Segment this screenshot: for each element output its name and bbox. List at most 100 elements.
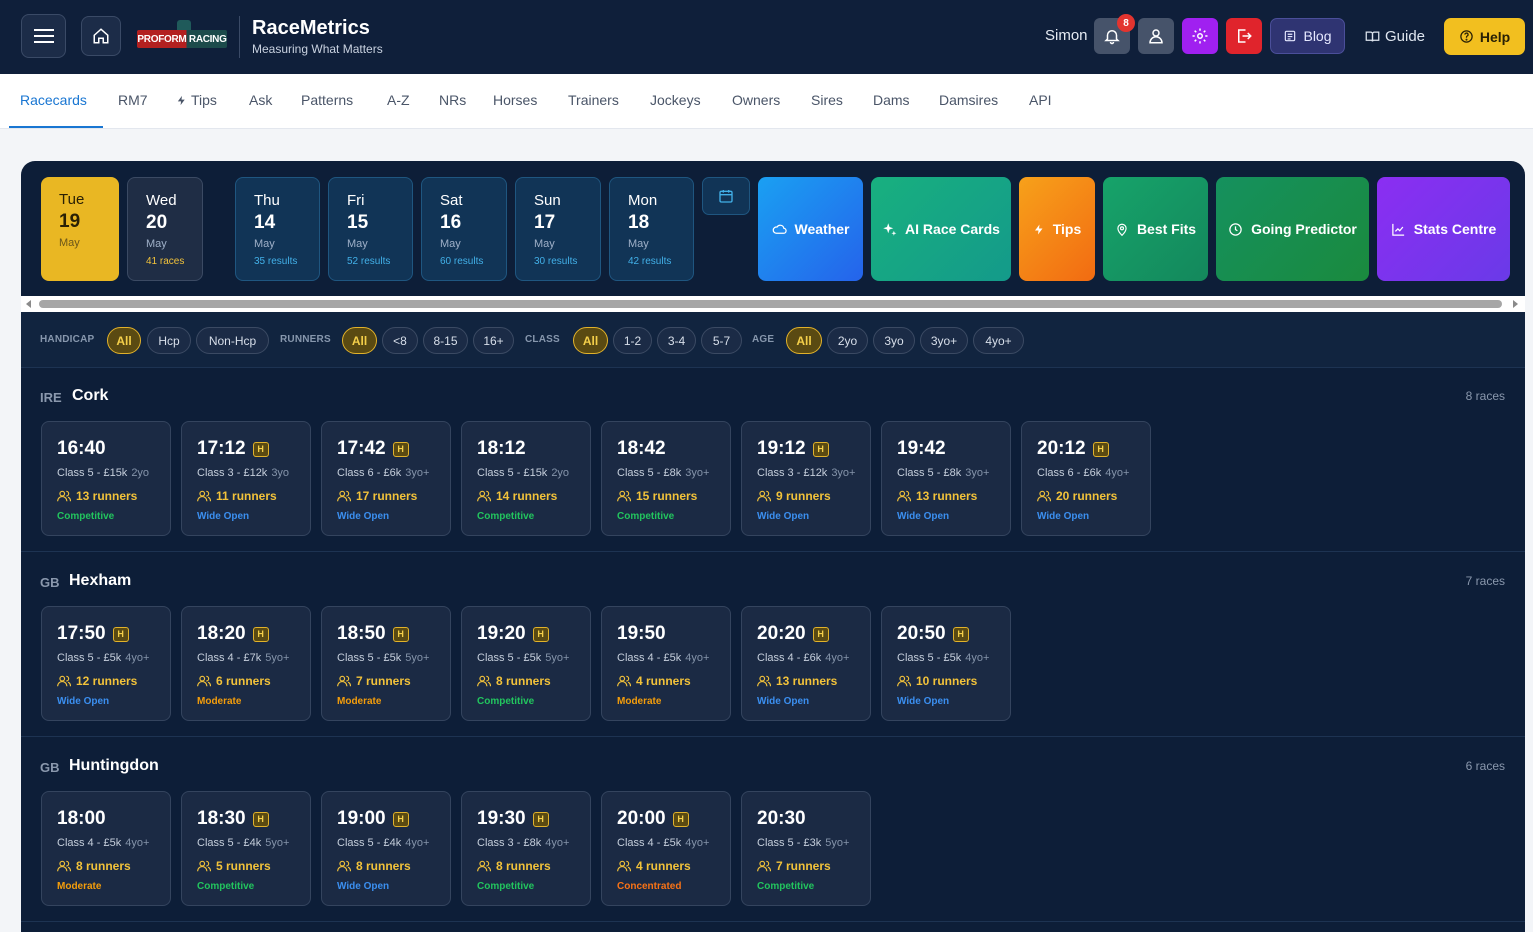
class-filter-5-7[interactable]: 5-7 — [701, 327, 742, 354]
tab-trainers[interactable]: Trainers — [568, 92, 619, 108]
race-class: Class 5 - £5k — [477, 652, 542, 664]
race-class-row: Class 4 - £7k 5yo+ — [197, 652, 289, 664]
class-filter-all[interactable]: All — [573, 327, 608, 354]
logout-button[interactable] — [1226, 18, 1262, 54]
race-card[interactable]: 19:50 Class 4 - £5k 4yo+ 4 runners Moderate — [601, 606, 731, 721]
tab-patterns[interactable]: Patterns — [301, 92, 353, 108]
meeting-cork: IRE Cork 8 races 16:40 Class 5 - £15k 2yo 13 r… — [21, 368, 1525, 552]
race-card[interactable]: 18:20 H Class 4 - £7k 5yo+ 6 runners Moderate — [181, 606, 311, 721]
age-filter-all[interactable]: All — [786, 327, 822, 354]
date-strip-scrollbar[interactable] — [21, 296, 1525, 312]
handicap-filter-all[interactable]: All — [107, 327, 141, 354]
ai-race-cards-tile[interactable]: AI Race Cards — [871, 177, 1011, 281]
proform-racing-logo[interactable]: PROFORM RACING — [137, 20, 227, 52]
help-button[interactable]: Help — [1444, 18, 1525, 55]
tab-tips[interactable]: Tips — [176, 92, 217, 108]
class-filter-3-4[interactable]: 3-4 — [657, 327, 696, 354]
guide-button[interactable]: Guide — [1360, 18, 1430, 54]
age-filter-3yo[interactable]: 3yo — [873, 327, 915, 354]
meeting-name[interactable]: Huntingdon — [69, 757, 159, 775]
going-predictor-tile[interactable]: Going Predictor — [1216, 177, 1369, 281]
hamburger-menu-button[interactable] — [21, 14, 66, 58]
race-card[interactable]: 18:12 Class 5 - £15k 2yo 14 runners Competit… — [461, 421, 591, 536]
handicap-filter-non-hcp[interactable]: Non-Hcp — [196, 327, 269, 354]
profile-button[interactable] — [1138, 18, 1174, 54]
age-filter-3yo-plus[interactable]: 3yo+ — [920, 327, 968, 354]
race-card[interactable]: 17:42 H Class 6 - £6k 3yo+ 17 runners Wide Op… — [321, 421, 451, 536]
blog-button[interactable]: Blog — [1270, 18, 1345, 54]
date-card-tomorrow[interactable]: Wed 20 May 41 races — [127, 177, 203, 281]
tab-sires[interactable]: Sires — [811, 92, 843, 108]
best-fits-tile[interactable]: Best Fits — [1103, 177, 1208, 281]
scroll-left-arrow[interactable] — [26, 300, 31, 308]
stats-centre-tile[interactable]: Stats Centre — [1377, 177, 1510, 281]
race-time-row: 20:30 — [757, 808, 806, 830]
race-card[interactable]: 17:50 H Class 5 - £5k 4yo+ 12 runners Wide Op… — [41, 606, 171, 721]
date-card-past[interactable]: Thu 14 May 35 results — [235, 177, 320, 281]
tab-jockeys[interactable]: Jockeys — [650, 92, 701, 108]
race-card[interactable]: 16:40 Class 5 - £15k 2yo 13 runners Competit… — [41, 421, 171, 536]
tab-rm7[interactable]: RM7 — [118, 92, 148, 108]
scroll-thumb[interactable] — [39, 300, 1502, 308]
race-card[interactable]: 19:12 H Class 3 - £12k 3yo+ 9 runners Wide Op… — [741, 421, 871, 536]
tab-api[interactable]: API — [1029, 92, 1052, 108]
race-time-row: 18:12 — [477, 438, 526, 460]
date-card-today[interactable]: Tue 19 May — [41, 177, 119, 281]
tab-a-z[interactable]: A-Z — [387, 92, 410, 108]
race-card[interactable]: 20:12 H Class 6 - £6k 4yo+ 20 runners Wide Op… — [1021, 421, 1151, 536]
handicap-filter-hcp[interactable]: Hcp — [147, 327, 191, 354]
race-runners-row: 5 runners — [197, 859, 271, 873]
book-icon — [1365, 31, 1380, 42]
race-card[interactable]: 20:30 Class 5 - £3k 5yo+ 7 runners Competiti… — [741, 791, 871, 906]
race-class: Class 6 - £6k — [337, 467, 402, 479]
date-card-past[interactable]: Mon 18 May 42 results — [609, 177, 694, 281]
race-time: 20:00 — [617, 808, 666, 829]
tab-nrs[interactable]: NRs — [439, 92, 466, 108]
date-month: May — [534, 238, 555, 250]
age-filter-4yo-plus[interactable]: 4yo+ — [973, 327, 1024, 354]
race-card[interactable]: 18:30 H Class 5 - £4k 5yo+ 5 runners Competit… — [181, 791, 311, 906]
tab-horses[interactable]: Horses — [493, 92, 537, 108]
date-card-past[interactable]: Sat 16 May 60 results — [421, 177, 507, 281]
race-card[interactable]: 19:42 Class 5 - £8k 3yo+ 13 runners Wide Ope… — [881, 421, 1011, 536]
users-icon — [897, 675, 911, 687]
race-card[interactable]: 20:20 H Class 4 - £6k 4yo+ 13 runners Wide Op… — [741, 606, 871, 721]
race-card[interactable]: 19:00 H Class 5 - £4k 4yo+ 8 runners Wide Ope… — [321, 791, 451, 906]
tab-ask[interactable]: Ask — [249, 92, 272, 108]
race-card[interactable]: 18:00 Class 4 - £5k 4yo+ 8 runners Moderate — [41, 791, 171, 906]
race-card[interactable]: 20:50 H Class 5 - £5k 4yo+ 10 runners Wide Op… — [881, 606, 1011, 721]
runners-filter-lt8[interactable]: <8 — [382, 327, 418, 354]
runners-filter-all[interactable]: All — [342, 327, 377, 354]
runners-filter-16plus[interactable]: 16+ — [473, 327, 514, 354]
race-card[interactable]: 19:20 H Class 5 - £5k 5yo+ 8 runners Competit… — [461, 606, 591, 721]
race-card[interactable]: 20:00 H Class 4 - £5k 4yo+ 4 runners Concentr… — [601, 791, 731, 906]
runners-filter-8-15[interactable]: 8-15 — [423, 327, 468, 354]
tips-tile[interactable]: Tips — [1019, 177, 1095, 281]
weather-tile[interactable]: Weather — [758, 177, 863, 281]
tab-damsires[interactable]: Damsires — [939, 92, 998, 108]
users-icon — [617, 860, 631, 872]
handicap-badge: H — [392, 441, 409, 457]
race-competitiveness: Moderate — [57, 881, 102, 892]
date-day: 16 — [440, 212, 462, 233]
age-filter-2yo[interactable]: 2yo — [827, 327, 868, 354]
meeting-name[interactable]: Hexham — [69, 572, 131, 590]
meeting-name[interactable]: Cork — [72, 387, 108, 405]
race-class-row: Class 4 - £5k 4yo+ — [617, 652, 709, 664]
home-button[interactable] — [81, 16, 121, 56]
tab-dams[interactable]: Dams — [873, 92, 910, 108]
date-card-past[interactable]: Fri 15 May 52 results — [328, 177, 413, 281]
race-card[interactable]: 18:42 Class 5 - £8k 3yo+ 15 runners Competit… — [601, 421, 731, 536]
race-card[interactable]: 17:12 H Class 3 - £12k 3yo 11 runners Wide Op… — [181, 421, 311, 536]
class-filter-1-2[interactable]: 1-2 — [613, 327, 652, 354]
tab-owners[interactable]: Owners — [732, 92, 780, 108]
settings-button[interactable] — [1182, 18, 1218, 54]
tab-racecards[interactable]: Racecards — [20, 92, 87, 108]
handicap-badge: H — [812, 441, 829, 457]
race-card[interactable]: 18:50 H Class 5 - £5k 5yo+ 7 runners Moderate — [321, 606, 451, 721]
scroll-right-arrow[interactable] — [1513, 300, 1518, 308]
race-competitiveness: Competitive — [617, 511, 675, 522]
date-card-past[interactable]: Sun 17 May 30 results — [515, 177, 601, 281]
calendar-button[interactable] — [702, 177, 750, 215]
race-card[interactable]: 19:30 H Class 3 - £8k 4yo+ 8 runners Competit… — [461, 791, 591, 906]
